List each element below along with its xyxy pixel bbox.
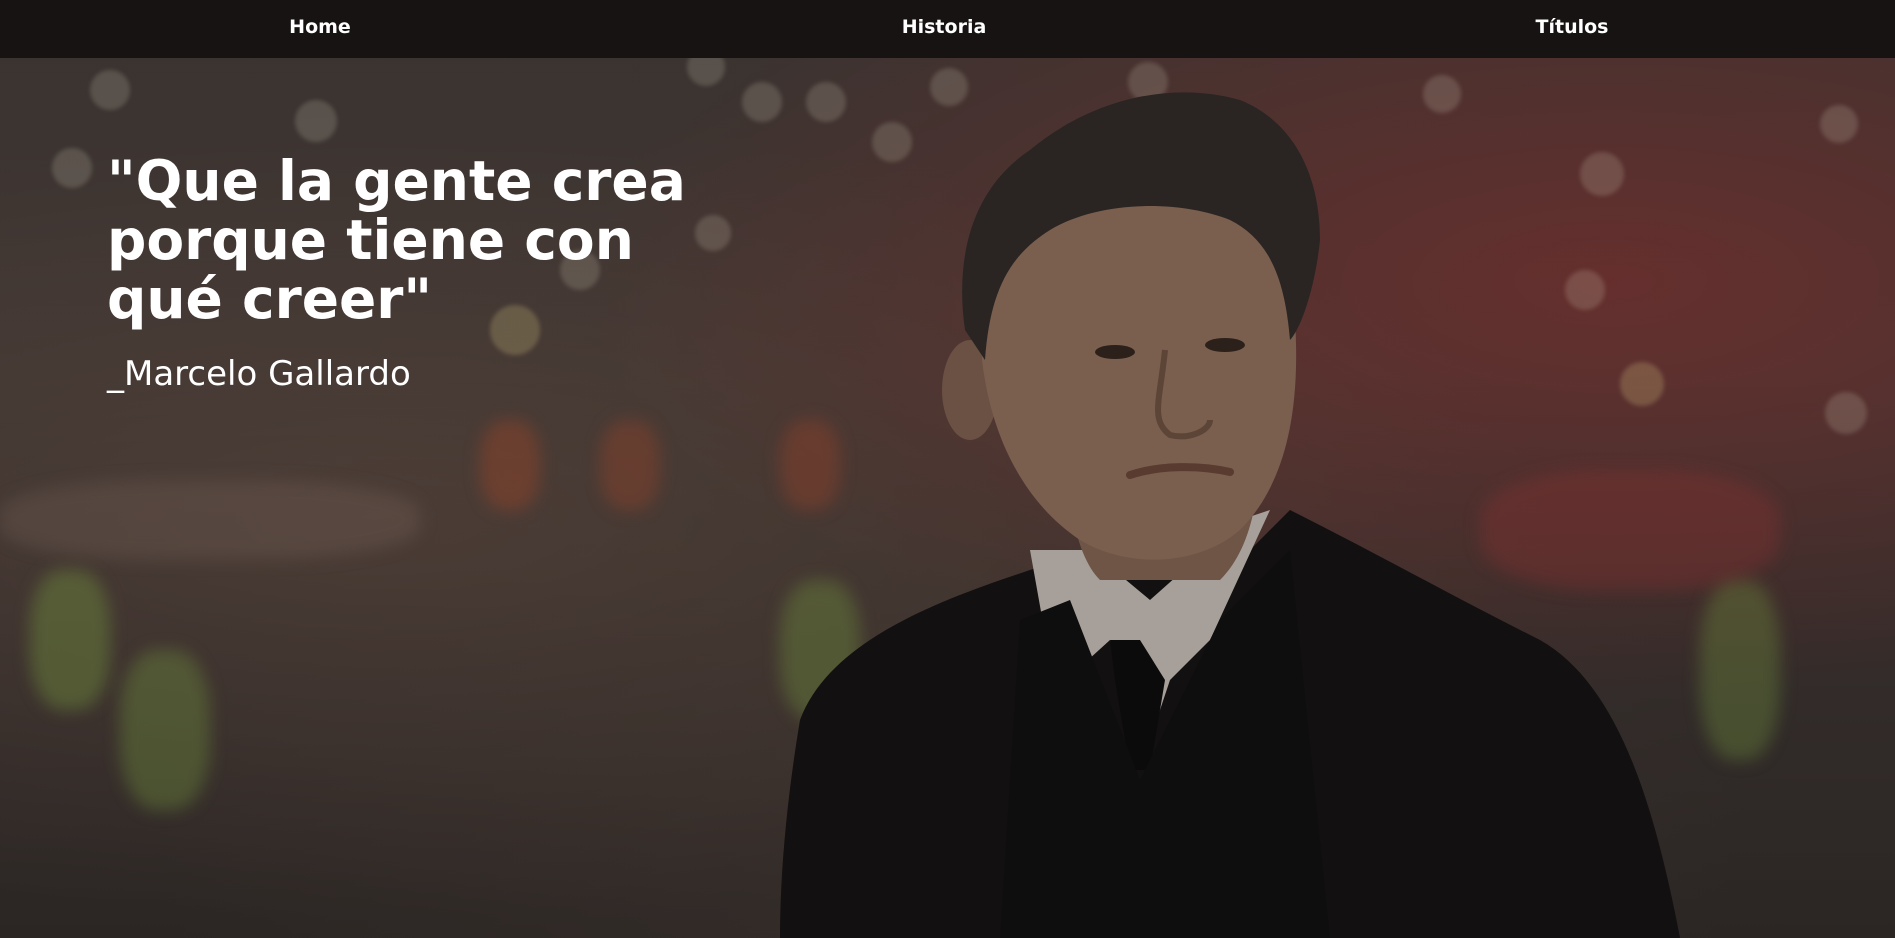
page: Home Historia Títulos "Que la gente crea… [0, 0, 1895, 938]
hero-background-image [0, 0, 1895, 938]
quote-author: _Marcelo Gallardo [107, 354, 411, 394]
nav-historia-link[interactable]: Historia [902, 16, 987, 38]
hero-quote: "Que la gente crea porque tiene con qué … [107, 149, 686, 331]
nav-home-link[interactable]: Home [289, 16, 351, 38]
top-navbar: Home Historia Títulos [0, 0, 1895, 58]
person-photo [780, 92, 1680, 938]
nav-titulos-link[interactable]: Títulos [1536, 16, 1609, 38]
